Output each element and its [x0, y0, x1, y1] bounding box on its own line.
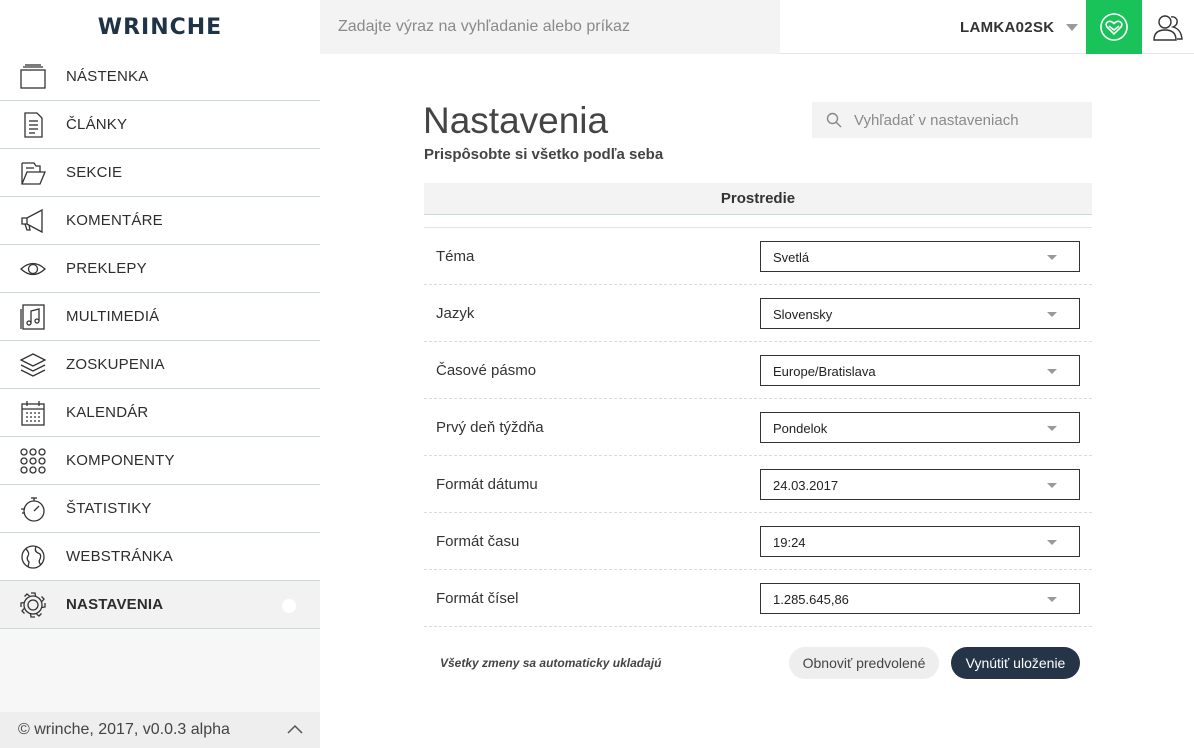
sidebar-item-kalendar[interactable]: KALENDÁR: [0, 389, 320, 437]
reset-defaults-button[interactable]: Obnoviť predvolené: [789, 647, 939, 679]
settings-search-input[interactable]: [812, 102, 1092, 138]
globe-icon: [21, 545, 45, 569]
user-icon: [1153, 15, 1183, 41]
select-value: 24.03.2017: [773, 478, 839, 493]
select-value: Europe/Bratislava: [773, 364, 876, 379]
sidebar-item-komentare[interactable]: KOMENTÁRE: [0, 197, 320, 245]
sidebar-item-zoskupenia[interactable]: ZOSKUPENIA: [0, 341, 320, 389]
folder-icon: [21, 162, 46, 185]
sidebar-item-label: KOMPONENTY: [66, 452, 175, 469]
sidebar-item-multimedia[interactable]: MULTIMEDIÁ: [0, 293, 320, 341]
version-text: © wrinche, 2017, v0.0.3 alpha: [18, 721, 230, 738]
chevron-down-icon: [1047, 255, 1057, 260]
sidebar-item-label: ŠTATISTIKY: [66, 500, 152, 517]
select-value: Pondelok: [773, 421, 828, 436]
active-indicator-dot: [282, 599, 296, 613]
sidebar-item-preklepy[interactable]: PREKLEPY: [0, 245, 320, 293]
sidebar-item-webstranka[interactable]: WEBSTRÁNKA: [0, 533, 320, 581]
date-format-select[interactable]: 24.03.2017: [760, 469, 1080, 500]
select-value: 1.285.645,86: [773, 592, 849, 607]
sidebar-item-label: WEBSTRÁNKA: [66, 548, 174, 565]
document-icon: [24, 112, 43, 138]
sidebar-item-label: NÁSTENKA: [66, 68, 149, 85]
first-day-label: Prvý deň týždňa: [436, 419, 544, 436]
sidebar-item-clanky[interactable]: ČLÁNKY: [0, 101, 320, 149]
settings-list: Téma Svetlá Jazyk Slovensky Časové pásmo…: [424, 227, 1092, 627]
language-select[interactable]: Slovensky: [760, 298, 1080, 329]
section-header: Prostredie: [424, 183, 1092, 215]
username: LAMKA02SK: [960, 18, 1055, 36]
eye-icon: [20, 262, 46, 276]
settings-row: Formát čísel 1.285.645,86: [424, 570, 1092, 627]
chevron-down-icon: [1047, 312, 1057, 317]
sidebar-item-nastavenia[interactable]: NASTAVENIA: [0, 581, 320, 629]
force-save-button[interactable]: Vynútiť uloženie: [951, 647, 1080, 679]
user-menu[interactable]: LAMKA02SK: [940, 0, 1086, 54]
language-label: Jazyk: [436, 305, 475, 322]
sidebar-item-label: NASTAVENIA: [66, 596, 164, 613]
chevron-down-icon: [1066, 23, 1079, 31]
sidebar-item-label: KOMENTÁRE: [66, 212, 163, 229]
select-value: Slovensky: [773, 307, 833, 322]
brand-button[interactable]: [1086, 0, 1142, 54]
settings-row: Časové pásmo Europe/Bratislava: [424, 342, 1092, 399]
sidebar-item-nastenka[interactable]: NÁSTENKA: [0, 53, 320, 101]
number-format-label: Formát čísel: [436, 590, 519, 607]
sidebar-item-label: ZOSKUPENIA: [66, 356, 165, 373]
sidebar-item-label: SEKCIE: [66, 164, 123, 181]
first-day-select[interactable]: Pondelok: [760, 412, 1080, 443]
sidebar-item-label: PREKLEPY: [66, 260, 147, 277]
settings-row: Jazyk Slovensky: [424, 285, 1092, 342]
dashboard-icon: [20, 64, 46, 89]
heart-shield-icon: [1100, 13, 1128, 41]
music-icon: [20, 304, 45, 330]
top-bar: WRINCHE LAMKA02SK: [0, 0, 1194, 54]
settings-row: Prvý deň týždňa Pondelok: [424, 399, 1092, 456]
logo[interactable]: WRINCHE: [0, 0, 320, 54]
sidebar-item-komponenty[interactable]: KOMPONENTY: [0, 437, 320, 485]
autosave-note: Všetky zmeny sa automaticky ukladajú: [440, 656, 662, 670]
sidebar-item-label: MULTIMEDIÁ: [66, 308, 160, 325]
chevron-down-icon: [1047, 483, 1057, 488]
grid-dots-icon: [20, 448, 46, 474]
time-format-label: Formát času: [436, 533, 520, 550]
sidebar-item-sekcie[interactable]: SEKCIE: [0, 149, 320, 197]
command-search-input[interactable]: [320, 0, 780, 54]
layers-icon: [20, 353, 46, 377]
timezone-select[interactable]: Europe/Bratislava: [760, 355, 1080, 386]
sidebar-item-label: ČLÁNKY: [66, 116, 128, 133]
page-title: Nastavenia: [423, 100, 609, 141]
stopwatch-icon: [21, 497, 45, 522]
sidebar-footer: © wrinche, 2017, v0.0.3 alpha: [0, 712, 320, 748]
chevron-up-icon[interactable]: [286, 721, 304, 739]
settings-row: Formát času 19:24: [424, 513, 1092, 570]
timezone-label: Časové pásmo: [436, 362, 537, 379]
date-format-label: Formát dátumu: [436, 476, 538, 493]
select-value: Svetlá: [773, 250, 810, 265]
gear-icon: [20, 592, 46, 618]
page-subtitle: Prispôsobte si všetko podľa seba: [424, 146, 664, 163]
chevron-down-icon: [1047, 540, 1057, 545]
theme-select[interactable]: Svetlá: [760, 241, 1080, 272]
select-value: 19:24: [773, 535, 806, 550]
megaphone-icon: [21, 208, 43, 234]
calendar-icon: [21, 401, 45, 426]
logo-text: WRINCHE: [97, 14, 223, 40]
chevron-down-icon: [1047, 369, 1057, 374]
settings-row: Téma Svetlá: [424, 228, 1092, 285]
chevron-down-icon: [1047, 426, 1057, 431]
sidebar-item-label: KALENDÁR: [66, 404, 149, 421]
profile-button[interactable]: [1142, 0, 1194, 54]
theme-label: Téma: [436, 248, 475, 265]
settings-search: [812, 102, 1092, 138]
time-format-select[interactable]: 19:24: [760, 526, 1080, 557]
sidebar-item-statistiky[interactable]: ŠTATISTIKY: [0, 485, 320, 533]
sidebar: NÁSTENKA ČLÁNKY SEKCIE KOMENTÁRE PREKLEP…: [0, 53, 320, 748]
settings-row: Formát dátumu 24.03.2017: [424, 456, 1092, 513]
chevron-down-icon: [1047, 597, 1057, 602]
number-format-select[interactable]: 1.285.645,86: [760, 583, 1080, 614]
